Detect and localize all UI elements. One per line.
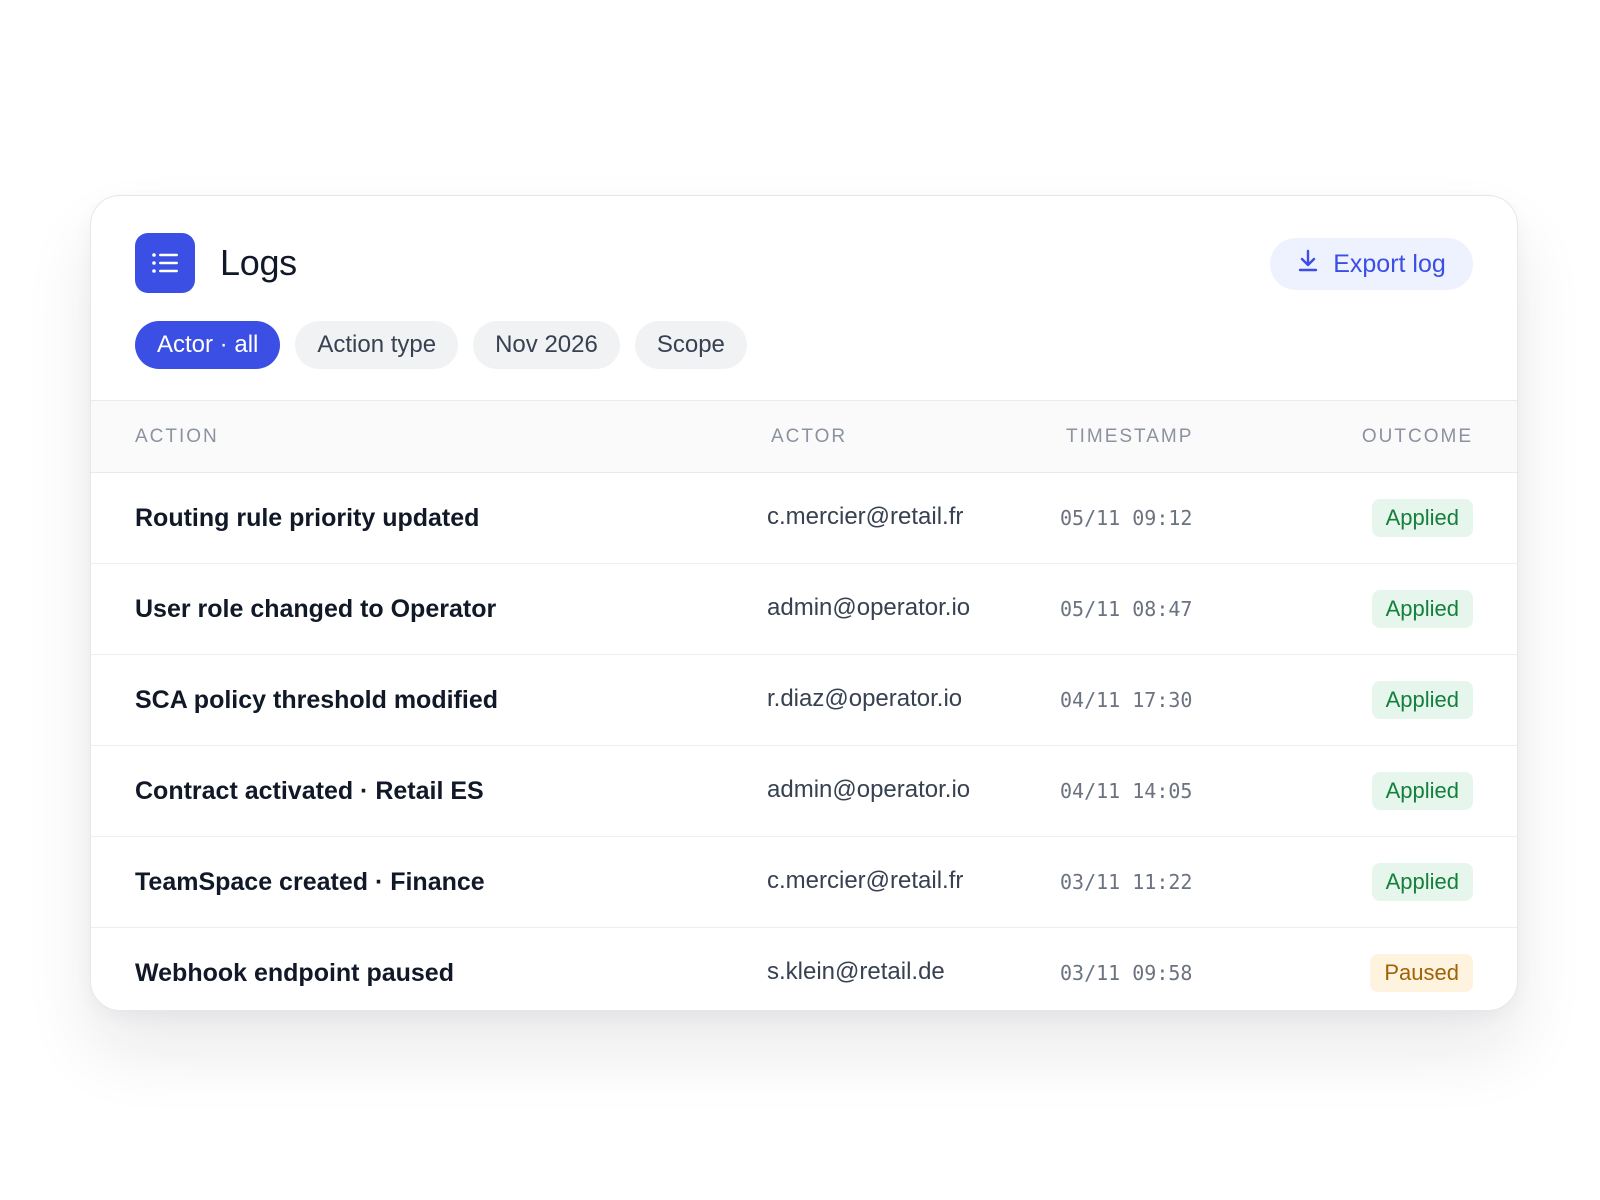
row-action: Contract activated · Retail ES [135, 777, 484, 805]
row-action: Routing rule priority updated [135, 504, 480, 532]
filter-chip-date[interactable]: Nov 2026 [473, 321, 620, 369]
download-icon [1297, 249, 1319, 280]
table-row[interactable]: Webhook endpoint paused s.klein@retail.d… [91, 928, 1517, 1010]
status-badge: Applied [1371, 590, 1473, 628]
row-action: Webhook endpoint paused [135, 959, 454, 987]
filter-chip-actor[interactable]: Actor · all [135, 321, 281, 369]
table-row[interactable]: Routing rule priority updated c.mercier@… [91, 473, 1517, 564]
table-body: Routing rule priority updated c.mercier@… [91, 473, 1517, 1010]
column-header-outcome: OUTCOME [1361, 426, 1473, 447]
filter-chip-action-type[interactable]: Action type [295, 321, 459, 369]
column-header-actor: ACTOR [771, 426, 848, 447]
table-row[interactable]: SCA policy threshold modified r.diaz@ope… [91, 655, 1517, 746]
logs-header: Logs Export log [135, 233, 1473, 293]
row-timestamp: 04/11 17:30 [1060, 688, 1193, 712]
status-badge: Applied [1371, 772, 1473, 810]
row-actor: admin@operator.io [767, 776, 971, 803]
status-badge: Applied [1371, 499, 1473, 537]
filter-chip-scope[interactable]: Scope [634, 321, 747, 369]
row-action: SCA policy threshold modified [135, 686, 498, 714]
status-badge: Paused [1370, 954, 1473, 992]
table-row[interactable]: User role changed to Operator admin@oper… [91, 564, 1517, 655]
row-actor: r.diaz@operator.io [767, 685, 963, 712]
row-action: TeamSpace created · Finance [135, 868, 485, 896]
row-timestamp: 03/11 11:22 [1060, 870, 1193, 894]
export-log-button[interactable]: Export log [1270, 238, 1473, 290]
column-header-timestamp: TIMESTAMP [1066, 426, 1194, 447]
row-actor: c.mercier@retail.fr [767, 867, 964, 894]
status-badge: Applied [1371, 863, 1473, 901]
page-title: Logs [220, 242, 297, 283]
logs-card: Logs Export log Actor · all Action type … [90, 195, 1518, 1011]
status-badge: Applied [1371, 681, 1473, 719]
row-actor: admin@operator.io [767, 594, 971, 621]
column-header-action: ACTION [135, 426, 219, 447]
filter-bar: Actor · all Action type Nov 2026 Scope [135, 321, 747, 369]
row-timestamp: 05/11 09:12 [1060, 506, 1193, 530]
table-row[interactable]: TeamSpace created · Finance c.mercier@re… [91, 837, 1517, 928]
row-timestamp: 03/11 09:58 [1060, 961, 1193, 985]
export-log-label: Export log [1333, 249, 1446, 278]
table-row[interactable]: Contract activated · Retail ES admin@ope… [91, 746, 1517, 837]
list-icon [135, 233, 195, 293]
row-timestamp: 04/11 14:05 [1060, 779, 1193, 803]
table-header: ACTION ACTOR TIMESTAMP OUTCOME [91, 400, 1517, 473]
row-actor: c.mercier@retail.fr [767, 503, 964, 530]
row-action: User role changed to Operator [135, 595, 497, 623]
row-timestamp: 05/11 08:47 [1060, 597, 1193, 621]
row-actor: s.klein@retail.de [767, 958, 945, 985]
